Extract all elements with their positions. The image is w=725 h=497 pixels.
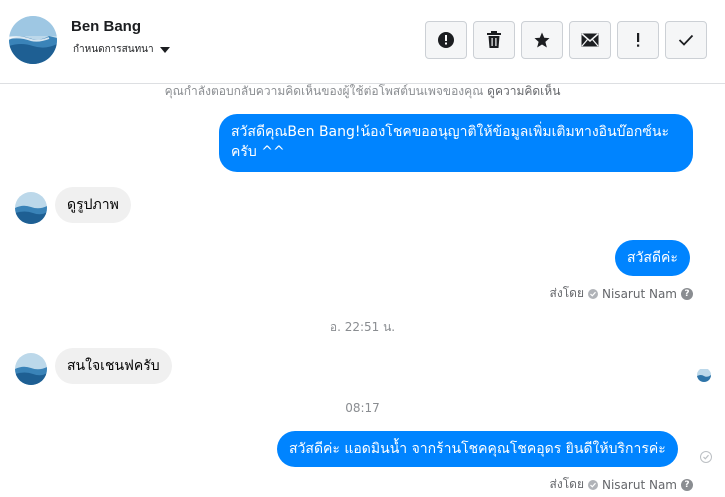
timestamp-divider: อ. 22:51 น. [329, 320, 396, 334]
message-incoming[interactable]: สนใจเชนฟครับ [55, 348, 172, 384]
message-outgoing: สวัสดีค่ะ [615, 240, 690, 276]
exclamation-icon [637, 33, 640, 47]
notice-text: คุณกำลังตอบกลับความคิดเห็นของผู้ใช้ต่อโพ… [164, 84, 484, 98]
verified-icon [588, 288, 598, 299]
message-text: สวัสดีคุณBen Bang!น้องโชคขออนุญาติให้ข้อ… [231, 124, 669, 160]
help-icon[interactable]: ? [681, 478, 693, 491]
help-icon[interactable]: ? [681, 287, 693, 300]
follow-up-button[interactable] [617, 21, 659, 59]
envelope-icon [581, 33, 599, 47]
star-button[interactable] [521, 21, 563, 59]
message-text: สวัสดีค่ะ แอดมินน้ำ จากร้านโชคคุณโชคอุดร… [289, 441, 666, 457]
seen-avatar [697, 368, 711, 382]
message-incoming[interactable]: ดูรูปภาพ [55, 187, 131, 223]
conversation-menu-label: กำหนดการสนทนา [73, 44, 154, 55]
message-text: ดูรูปภาพ [67, 197, 119, 213]
caret-down-icon [159, 46, 170, 53]
sent-by-label: ส่งโดย Nisarut Nam ? [550, 475, 693, 494]
contact-avatar-small[interactable] [15, 192, 47, 224]
sent-by-prefix: ส่งโดย [549, 286, 584, 300]
sent-by-agent: Nisarut Nam [602, 286, 677, 301]
delete-button[interactable] [473, 21, 515, 59]
conversation-menu[interactable]: กำหนดการสนทนา [73, 42, 170, 57]
reply-context-notice: คุณกำลังตอบกลับความคิดเห็นของผู้ใช้ต่อโพ… [0, 82, 725, 101]
sent-by-label: ส่งโดย Nisarut Nam ? [550, 284, 693, 303]
alert-circle-icon [438, 32, 454, 48]
trash-icon [487, 31, 501, 48]
verified-icon [588, 479, 598, 490]
timestamp-divider: 08:17 [345, 401, 380, 415]
check-icon [678, 34, 694, 46]
sent-by-agent: Nisarut Nam [602, 477, 677, 492]
message-outgoing: สวัสดีค่ะ แอดมินน้ำ จากร้านโชคคุณโชคอุดร… [277, 431, 678, 467]
sent-by-prefix: ส่งโดย [549, 477, 584, 491]
report-spam-button[interactable] [425, 21, 467, 59]
message-text: สนใจเชนฟครับ [67, 358, 160, 374]
star-icon [534, 32, 550, 48]
delivered-check-icon [700, 451, 712, 463]
message-outgoing: สวัสดีคุณBen Bang!น้องโชคขออนุญาติให้ข้อ… [219, 114, 693, 172]
conversation-header: Ben Bang กำหนดการสนทนา [0, 0, 725, 84]
mark-done-button[interactable] [665, 21, 707, 59]
contact-name[interactable]: Ben Bang [71, 18, 141, 35]
view-comment-link[interactable]: ดูความคิดเห็น [487, 84, 560, 98]
contact-avatar[interactable] [9, 16, 57, 64]
contact-avatar-small[interactable] [15, 353, 47, 385]
mark-unread-button[interactable] [569, 21, 611, 59]
message-text: สวัสดีค่ะ [627, 250, 678, 266]
